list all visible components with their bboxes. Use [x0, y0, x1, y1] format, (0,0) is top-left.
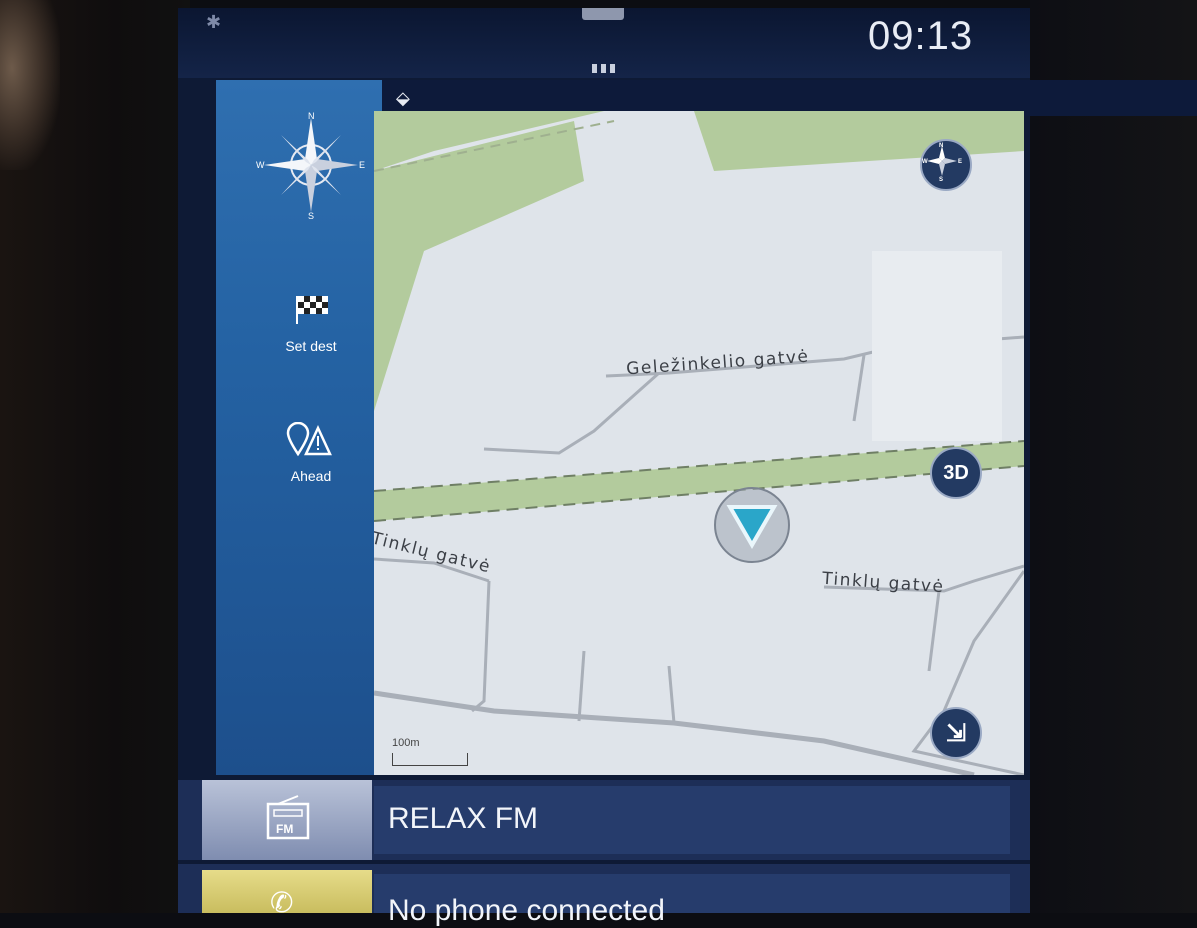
map-expand-button[interactable]: ⇲ [930, 707, 982, 759]
compass-icon: N S W E [922, 143, 962, 181]
view-3d-button[interactable]: 3D [930, 447, 982, 499]
compass-rose-icon: N S W E [256, 111, 365, 220]
compass-w-label: W [256, 160, 265, 170]
compass-e-label: E [359, 160, 365, 170]
page-indicator [592, 60, 622, 73]
svg-text:S: S [939, 177, 943, 181]
bezel-left [0, 0, 190, 913]
map-canvas [374, 111, 1024, 775]
scale-label: 100m [392, 737, 420, 749]
pin-warning-icon [286, 422, 332, 457]
navigation-arrow-icon [714, 487, 790, 563]
bluetooth-icon: ✱ [206, 12, 222, 32]
map-compass-button[interactable]: N S W E [920, 139, 972, 191]
svg-text:W: W [922, 159, 928, 165]
compass-n-label: N [308, 111, 315, 121]
media-bar[interactable]: FM RELAX FM [178, 780, 1030, 860]
svg-text:E: E [958, 159, 962, 165]
svg-text:N: N [939, 143, 943, 149]
station-name: RELAX FM [388, 802, 539, 835]
status-bar: ✱ 09:13 [178, 8, 1030, 78]
media-source-tile[interactable]: FM [202, 780, 372, 860]
svg-text:FM: FM [276, 822, 293, 836]
bezel-knob [0, 0, 60, 170]
fm-radio-icon: FM [266, 795, 310, 840]
map-view[interactable]: Geležinkelio gatvė Tinklų gatvė Tinklų g… [374, 111, 1024, 775]
location-pin-icon: ⬙ [396, 88, 410, 108]
clock: 09:13 [868, 14, 974, 58]
phone-icon: ✆ [270, 887, 294, 918]
checkered-flag-icon [296, 296, 328, 324]
compass-s-label: S [308, 211, 314, 220]
top-pull-down-handle[interactable] [582, 8, 624, 20]
infotainment-screen: ✱ 09:13 N S W E Set dest Ahead ⬙ Geležin… [178, 8, 1197, 927]
scale-bar [392, 753, 468, 766]
phone-bar[interactable]: ✆ No phone connected [178, 864, 1030, 927]
phone-status: No phone connected [388, 894, 665, 927]
bezel-right [1030, 0, 1197, 913]
arrow-down-right-icon: ⇲ [945, 719, 967, 747]
